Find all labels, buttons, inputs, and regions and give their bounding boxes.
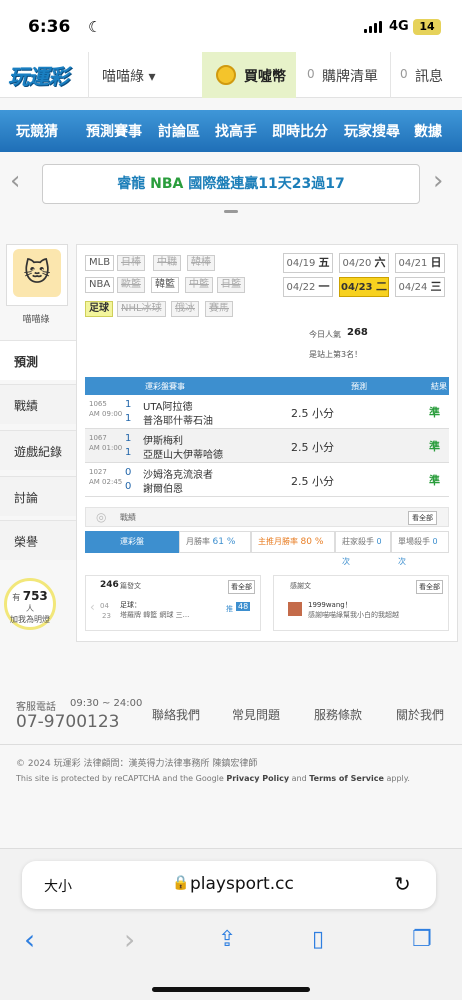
promo-banner: ‹ 睿龍 NBA 國際盤連贏11天23過17 ›	[0, 158, 462, 222]
see-all-button[interactable]: 看全部	[408, 511, 437, 525]
footer-link[interactable]: 聯絡我們	[152, 706, 200, 723]
table-row[interactable]: 1027 AM 02:45 00 沙姆洛克流浪者 謝爾伯恩 2.5 小分準	[85, 463, 449, 497]
message-link[interactable]: 訊息	[415, 66, 443, 86]
popularity-value: 268	[347, 327, 368, 338]
lucky-cat-icon: 🐱	[13, 249, 61, 297]
message-count: 0	[400, 67, 408, 81]
site-logo[interactable]: 玩運彩	[8, 61, 69, 91]
chevron-left-icon[interactable]: ‹	[90, 600, 95, 614]
league-chip[interactable]: 日籃	[217, 277, 245, 293]
date-button[interactable]: 04/21 日	[395, 253, 445, 273]
browser-bar: 大小 🔒 playsport.cc ↻ ‹ › ⇪ ▯ ❐	[0, 848, 462, 1000]
address-bar[interactable]: 大小 🔒 playsport.cc ↻	[22, 861, 436, 909]
lock-icon: 🔒	[172, 875, 190, 891]
status-bar: 6:36 ☾ 4G 14	[0, 0, 462, 52]
bookmarks-icon[interactable]: ▯	[312, 927, 324, 952]
tab-predict[interactable]: 預測	[0, 340, 76, 380]
tab-discussion[interactable]: 討論	[0, 476, 76, 516]
fans-badge[interactable]: 有 753 人加我為明燈	[4, 578, 56, 630]
avatar	[288, 602, 302, 616]
avatar[interactable]: 🐱	[6, 244, 68, 306]
push-count: 48	[236, 602, 251, 611]
buy-coin-button[interactable]: 買噓幣	[202, 52, 296, 98]
tabs-icon[interactable]: ❐	[412, 927, 432, 952]
footer: 客服電話 09:30 ~ 24:00 07-9700123 聯絡我們 常見問題 …	[0, 684, 462, 864]
nav-item[interactable]: 玩競猜	[16, 121, 58, 141]
main-nav: 玩競猜 預測賽事 討論區 找高手 即時比分 玩家搜尋 數據	[0, 110, 462, 152]
league-chip[interactable]: 俄冰	[171, 301, 199, 317]
date-button[interactable]: 04/22 一	[283, 277, 333, 297]
nav-item[interactable]: 預測賽事	[86, 121, 142, 141]
nav-item[interactable]: 玩家搜尋	[344, 121, 400, 141]
league-chip[interactable]: MLB	[85, 255, 115, 271]
url-text: playsport.cc	[190, 874, 294, 894]
table-row[interactable]: 1067 AM 01:00 11 伊斯梅利 亞歷山大伊蒂哈德 2.5 小分準	[85, 429, 449, 463]
league-chip[interactable]: NBA	[85, 277, 115, 293]
date-button[interactable]: 04/24 三	[395, 277, 445, 297]
league-chip[interactable]: 中籃	[185, 277, 213, 293]
date-button[interactable]: 04/19 五	[283, 253, 333, 273]
moon-icon: ☾	[88, 18, 102, 36]
username: 喵喵綠	[22, 315, 50, 325]
league-chip[interactable]: 日棒	[117, 255, 145, 271]
banker-killer: 莊家殺手 0 次	[335, 531, 391, 566]
site-header: 玩運彩 喵喵綠 ▾ 買噓幣 0 購牌清單 0 訊息	[0, 52, 462, 98]
posts-card[interactable]: 246 篇發文 看全部 ‹ 04 23 足球： 塔羅牌 韓籃 網球 三... 推…	[85, 575, 261, 631]
tab-game-log[interactable]: 遊戲紀錄	[0, 430, 76, 470]
profile-sidebar: 🐱 喵喵綠 預測 戰績 遊戲紀錄 討論 榮譽 有 753 人加我為明燈	[0, 240, 78, 660]
nav-item[interactable]: 找高手	[215, 121, 257, 141]
cart-link[interactable]: 購牌清單	[322, 66, 378, 86]
battery-icon: 14	[413, 19, 441, 35]
tab-honor[interactable]: 榮譽	[0, 520, 76, 560]
cart-count: 0	[307, 67, 315, 81]
network-label: 4G	[389, 19, 409, 34]
recaptcha-note: This site is protected by reCAPTCHA and …	[16, 774, 410, 783]
target-icon: ◎	[96, 510, 107, 524]
text-size-button[interactable]: 大小	[44, 876, 72, 896]
monthly-win-rate: 月勝率 61 %	[179, 531, 251, 553]
table-header: 運彩盤賽事 預測 結果	[85, 377, 449, 395]
record-header: ◎ 戰績 看全部	[85, 507, 449, 527]
league-chip[interactable]: 賽馬	[205, 301, 233, 317]
coin-icon	[216, 65, 236, 85]
footer-link[interactable]: 常見問題	[232, 706, 280, 723]
share-icon[interactable]: ⇪	[218, 927, 236, 952]
league-chip-selected[interactable]: 足球	[85, 301, 113, 317]
chevron-left-icon[interactable]: ‹	[10, 166, 20, 196]
table-row[interactable]: 1065 AM 09:00 11 UTA阿拉德 普洛耶什蒂石油 2.5 小分準	[85, 395, 449, 429]
home-indicator	[152, 987, 310, 992]
popularity-rank: 是站上第3名！	[309, 350, 363, 359]
nav-item[interactable]: 討論區	[158, 121, 200, 141]
reload-icon[interactable]: ↻	[394, 872, 411, 896]
see-all-button[interactable]: 看全部	[416, 580, 443, 594]
banner-link[interactable]: 睿龍 NBA 國際盤連贏11天23過17	[42, 164, 420, 204]
service-phone[interactable]: 07-9700123	[16, 712, 119, 732]
league-chip[interactable]: 歐籃	[117, 277, 145, 293]
carousel-dots	[224, 210, 238, 213]
user-menu[interactable]: 喵喵綠 ▾	[102, 66, 155, 86]
signal-icon	[364, 21, 382, 33]
back-icon[interactable]: ‹	[24, 923, 35, 956]
tab-record[interactable]: 戰績	[0, 384, 76, 424]
footer-link[interactable]: 服務條款	[314, 706, 362, 723]
chevron-right-icon[interactable]: ›	[433, 166, 443, 196]
thanks-card[interactable]: 感謝文 看全部 1999wang！ 感謝喵喵綠幫我小白的我超越	[273, 575, 449, 631]
date-button-selected[interactable]: 04/23 二	[339, 277, 389, 297]
date-button[interactable]: 04/20 六	[339, 253, 389, 273]
footer-link[interactable]: 關於我們	[396, 706, 444, 723]
clock: 6:36	[28, 17, 71, 37]
league-chip[interactable]: 中職	[153, 255, 181, 271]
prediction-panel: MLB 日棒 中職 韓棒 NBA 歐籃 韓籃 中籃 日籃 足球 NHL冰球 俄冰…	[76, 244, 458, 642]
popularity-label: 今日人氣	[309, 330, 341, 339]
see-all-button[interactable]: 看全部	[228, 580, 255, 594]
nav-item[interactable]: 數據	[414, 121, 442, 141]
forward-icon[interactable]: ›	[124, 923, 135, 956]
league-chip[interactable]: NHL冰球	[117, 301, 166, 317]
record-tab[interactable]: 運彩盤	[85, 531, 179, 553]
main-win-rate: 主推月勝率 80 %	[251, 531, 335, 553]
nav-item[interactable]: 即時比分	[272, 121, 328, 141]
league-chip[interactable]: 韓籃	[151, 277, 179, 293]
league-chip[interactable]: 韓棒	[187, 255, 215, 271]
single-killer: 單場殺手 0 次	[391, 531, 449, 566]
